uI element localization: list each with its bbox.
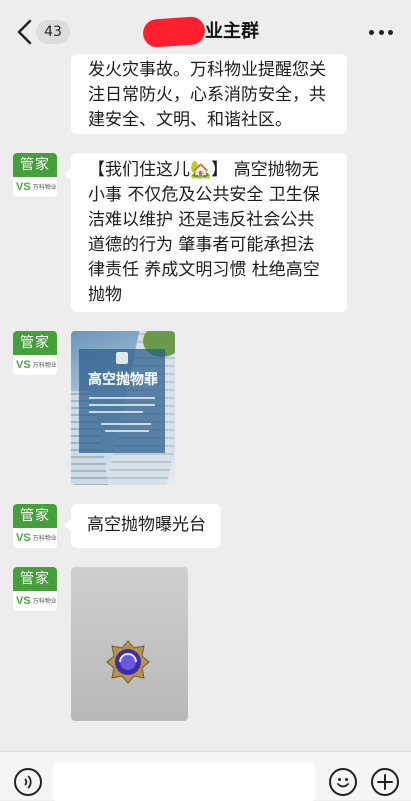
message-line: 律责任 养成文明习惯 杜绝高空 <box>88 260 320 280</box>
unread-count-badge[interactable]: 43 <box>36 20 70 44</box>
message-line: 洁难以维护 还是违反社会公共 <box>88 210 315 230</box>
poster-panel <box>79 349 165 453</box>
avatar[interactable]: 管家 VS 万科物业 <box>13 504 57 548</box>
poster-text-line <box>89 404 155 406</box>
message-line: 道德的行为 肇事者可能承担法 <box>88 235 315 255</box>
avatar-logo: VS <box>16 595 31 607</box>
avatar-logo: VS <box>16 532 31 544</box>
avatar[interactable]: 管家 VS 万科物业 <box>13 331 57 375</box>
message-bubble[interactable]: 高空抛物曝光台 <box>64 504 221 548</box>
poster-text-line <box>89 411 143 413</box>
avatar-brand: 万科物业 <box>32 534 57 542</box>
more-dots-icon[interactable] <box>369 22 393 42</box>
voice-icon[interactable] <box>14 768 42 796</box>
input-bar <box>0 751 411 801</box>
message-bubble[interactable]: 【我们住这儿🏡】 高空抛物无 小事 不仅危及公共安全 卫生保 洁难以维护 还是违… <box>64 153 347 312</box>
avatar[interactable]: 管家 VS 万科物业 <box>13 153 57 197</box>
redaction-mark <box>142 15 206 49</box>
message-line: 高空抛物曝光台 <box>87 515 206 535</box>
message-line: 发火灾事故。万科物业提醒您关 <box>88 60 326 80</box>
message-bubble[interactable]: 发火灾事故。万科物业提醒您关 注日常防火，心系消防安全，共 建安全、文明、和谐社… <box>71 54 347 134</box>
poster-text-line <box>105 430 149 432</box>
emoji-icon[interactable] <box>329 768 357 796</box>
poster-text-line <box>89 397 155 399</box>
message-line: 抛物 <box>88 285 122 305</box>
poster-logo-icon <box>116 352 128 364</box>
chat-title: 业主群 <box>205 21 259 42</box>
avatar-brand: 万科物业 <box>32 361 57 369</box>
message-line: 注日常防火，心系消防安全，共 <box>88 85 326 105</box>
avatar-label: 管家 <box>13 567 57 591</box>
chevron-left-icon[interactable] <box>12 18 38 46</box>
avatar-label: 管家 <box>13 153 57 177</box>
message-line: 小事 不仅危及公共安全 卫生保 <box>88 185 320 205</box>
message-line: 建安全、文明、和谐社区。 <box>88 110 292 130</box>
poster-title: 高空抛物罪 <box>88 372 158 388</box>
avatar-label: 管家 <box>13 331 57 355</box>
avatar-logo: VS <box>16 181 31 193</box>
avatar[interactable]: 管家 VS 万科物业 <box>13 567 57 611</box>
avatar-label: 管家 <box>13 504 57 528</box>
chat-header: 43 业主群 <box>0 0 411 62</box>
plus-icon[interactable] <box>371 768 399 796</box>
avatar-logo: VS <box>16 359 31 371</box>
image-message-photo[interactable] <box>71 567 188 721</box>
photo-object-icon <box>106 640 150 684</box>
avatar-brand: 万科物业 <box>32 597 57 605</box>
avatar-brand: 万科物业 <box>32 183 57 191</box>
image-message-poster[interactable]: 高空抛物罪 <box>71 331 175 485</box>
message-input[interactable] <box>53 763 315 801</box>
message-line: 【我们住这儿🏡】 高空抛物无 <box>88 160 319 180</box>
poster-text-line <box>101 423 151 425</box>
